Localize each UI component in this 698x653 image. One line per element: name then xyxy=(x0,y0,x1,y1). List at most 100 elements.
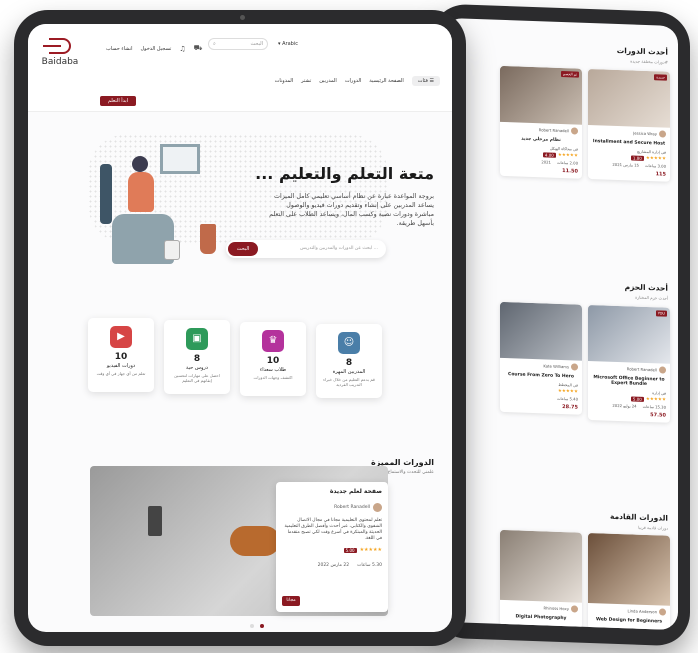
nav-item-home[interactable]: الصفحة الرئيسية xyxy=(369,78,404,84)
star-icons: ★★★★★ xyxy=(557,152,578,159)
hero-description: بروجة المواعدة عبارة عن نظام أساسي تعليم… xyxy=(269,193,434,227)
start-learning-button[interactable]: ابدأ التعلم xyxy=(100,96,136,106)
free-button[interactable]: مجانا xyxy=(282,596,300,606)
bundle-image xyxy=(500,301,582,361)
logo-text: Baidaba xyxy=(41,57,79,67)
stat-number: 10 xyxy=(266,356,280,366)
bell-icon[interactable]: ♫ xyxy=(179,45,185,53)
stat-number: 10 xyxy=(114,352,128,362)
stat-number: 8 xyxy=(345,358,353,368)
stat-card-videos: ▶ 10 دورات الفيديو تعلم من أي جهاز في أي… xyxy=(88,318,154,392)
login-link[interactable]: تسجيل الدخول xyxy=(141,46,172,52)
stat-subtext: قم بدعم التعليم من خلال خبراء التدريب ال… xyxy=(323,377,375,387)
course-image: تم الخصم xyxy=(500,65,582,125)
video-icon: ▶ xyxy=(110,326,132,348)
rating-badge: 1.80 xyxy=(630,155,644,161)
rating-badge: 5.00 xyxy=(630,396,644,402)
course-image: جديدة xyxy=(588,68,670,128)
upcoming-card[interactable]: Rhinoss Hoxy Digital Photography xyxy=(500,529,582,629)
bundle-hours: 15.30 ساعات xyxy=(642,403,666,410)
upcoming-subtitle: دورات قادمة قريبا xyxy=(638,524,668,531)
front-tablet: Baidaba انشاء حساب تسجيل الدخول ♫ ⛟ ⌕ ال… xyxy=(14,10,466,646)
avatar xyxy=(659,366,666,374)
hero-search-button[interactable]: البحث xyxy=(228,242,258,256)
star-icons: ★★★★★ xyxy=(359,547,382,553)
instructor-name: Kate Williams xyxy=(543,363,569,370)
nav-item-courses[interactable]: الدورات xyxy=(345,78,361,84)
categories-button[interactable]: فئات ☰ xyxy=(411,76,440,86)
language-selector[interactable]: ▾ Arabic xyxy=(278,41,298,47)
back-tablet: أحدث الدورات #دورات مختلفة جديدة جديدة J… xyxy=(432,3,690,647)
bundle-card[interactable]: YOU Robert Ranadell Microsoft Office Beg… xyxy=(588,304,670,423)
plant-pot xyxy=(200,224,216,254)
search-placeholder: البحث xyxy=(250,41,263,47)
stat-card-instructors: ☺ 8 المدربين المهرة قم بدعم التعليم من خ… xyxy=(316,324,382,398)
search-input[interactable]: ⌕ البحث xyxy=(208,38,268,50)
upcoming-course-title: Web Design for Beginners xyxy=(595,617,663,625)
star-icons: ★★★★★ xyxy=(645,396,666,403)
bundle-hours: 5.40 ساعات xyxy=(556,395,578,402)
rating-badge: 4.00 xyxy=(542,152,556,158)
nav-item-instructors[interactable]: المدربين xyxy=(319,78,337,84)
hero-illustration xyxy=(100,144,220,274)
instructor-icon: ☺ xyxy=(338,332,360,354)
logo-icon xyxy=(43,38,71,54)
stat-subtext: احصل على مهارات لتحسين إتقانهم في التعلي… xyxy=(174,373,220,383)
stat-label: طلاب سعداء xyxy=(259,367,287,373)
course-date: 22 مارس 2022 xyxy=(317,563,350,568)
rating-badge: 5.00 xyxy=(343,547,357,553)
register-link[interactable]: انشاء حساب xyxy=(106,46,133,52)
course-card[interactable]: جديدة Jessica Wray Installment and Secur… xyxy=(588,68,670,182)
rating: ★★★★★ 5.00 xyxy=(282,547,382,553)
nav-item-blog[interactable]: المدونات xyxy=(275,78,293,84)
search-icon: ⌕ xyxy=(213,41,216,47)
categories-label: فئات xyxy=(417,78,428,84)
avatar xyxy=(659,608,666,616)
featured-course-description: تعلم لمحتوى التعليمية مجانا في مجال الات… xyxy=(284,518,382,541)
guitar xyxy=(230,526,280,556)
stat-subtext: تعلم من أي جهاز في أي وقت xyxy=(96,371,146,376)
avatar xyxy=(659,130,666,138)
course-hours: 3.00 ساعات xyxy=(644,162,666,169)
featured-course-card[interactable]: صفحة لعلم جديدة Robert Ranadell تعلم لمح… xyxy=(276,482,388,612)
course-tag: جديدة xyxy=(654,74,667,81)
carousel-dot[interactable] xyxy=(250,624,254,628)
front-screen: Baidaba انشاء حساب تسجيل الدخول ♫ ⛟ ⌕ ال… xyxy=(28,24,452,632)
logo[interactable]: Baidaba xyxy=(40,38,80,74)
live-class-icon: ▣ xyxy=(186,328,208,350)
instructor-name: Linda Anderson xyxy=(627,608,657,615)
course-tag: تم الخصم xyxy=(560,70,579,78)
camera-dot xyxy=(240,15,245,20)
stat-label: دورات الفيديو xyxy=(106,363,136,369)
bundle-card[interactable]: Kate Williams Course From Zero To Hero ف… xyxy=(500,301,582,415)
person-figure xyxy=(128,172,154,212)
carousel-dot-active[interactable] xyxy=(260,624,264,628)
instructor-name: Robert Ranadell xyxy=(334,505,370,510)
course-card[interactable]: تم الخصم Robert Ranadell نظام مرحلي جديد… xyxy=(500,65,582,179)
instructor: Robert Ranadell xyxy=(282,503,382,512)
instructor-name: Robert Ranadell xyxy=(538,127,569,134)
instructor-name: Jessica Wray xyxy=(633,130,657,137)
bundles-title: أحدث الحزم xyxy=(624,282,668,293)
instructor-name: Rhinoss Hoxy xyxy=(543,605,569,612)
star-icons: ★★★★★ xyxy=(645,155,666,162)
instructor-name: Robert Ranadell xyxy=(626,366,657,373)
upcoming-card[interactable]: Linda Anderson Web Design for Beginners xyxy=(588,532,670,631)
upcoming-course-title: Digital Photography xyxy=(515,614,567,622)
bundle-date: 24 يوليو 2022 xyxy=(612,402,637,409)
latest-courses-subtitle: #دورات مختلفة جديدة xyxy=(630,58,668,65)
featured-course-meta: 5.30 ساعات 22 مارس 2022 xyxy=(282,563,382,568)
course-hours: 5.30 ساعات xyxy=(357,563,382,568)
backpack xyxy=(164,240,180,260)
carousel-dots xyxy=(250,624,264,628)
hero-search-placeholder: ابحث عن الدورات والمدربين والتدريس ... xyxy=(300,246,378,251)
avatar xyxy=(571,363,578,371)
upcoming-image xyxy=(588,532,670,606)
person-head xyxy=(132,156,148,172)
nav-item-store[interactable]: تشتر xyxy=(301,78,311,84)
course-date: 2021 xyxy=(541,159,551,165)
cart-icon[interactable]: ⛟ xyxy=(194,44,203,53)
avatar xyxy=(373,503,382,512)
coat-rack xyxy=(100,164,112,224)
hero-search[interactable]: ابحث عن الدورات والمدربين والتدريس ... ا… xyxy=(226,240,386,258)
